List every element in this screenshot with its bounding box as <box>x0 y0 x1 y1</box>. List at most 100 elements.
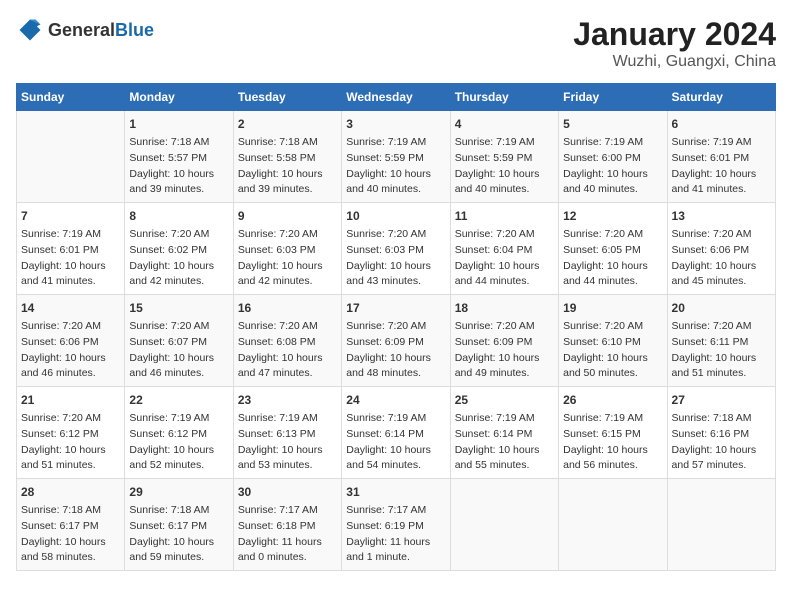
cell-content: Sunrise: 7:20 AMSunset: 6:10 PMDaylight:… <box>563 319 662 382</box>
day-number: 24 <box>346 391 445 409</box>
cell-content: Sunrise: 7:18 AMSunset: 6:17 PMDaylight:… <box>21 503 120 566</box>
calendar-cell: 8 Sunrise: 7:20 AMSunset: 6:02 PMDaylight… <box>125 203 233 295</box>
cell-content: Sunrise: 7:20 AMSunset: 6:07 PMDaylight:… <box>129 319 228 382</box>
title-block: January 2024 Wuzhi, Guangxi, China <box>573 16 776 71</box>
calendar-cell <box>667 479 775 571</box>
cell-content: Sunrise: 7:19 AMSunset: 6:13 PMDaylight:… <box>238 411 337 474</box>
cell-content: Sunrise: 7:20 AMSunset: 6:02 PMDaylight:… <box>129 227 228 290</box>
day-number: 29 <box>129 483 228 501</box>
calendar-cell: 20 Sunrise: 7:20 AMSunset: 6:11 PMDayligh… <box>667 295 775 387</box>
calendar-cell: 14Sunrise: 7:20 AMSunset: 6:06 PMDayligh… <box>17 295 125 387</box>
day-header-tuesday: Tuesday <box>233 84 341 111</box>
day-header-thursday: Thursday <box>450 84 558 111</box>
calendar-cell: 10 Sunrise: 7:20 AMSunset: 6:03 PMDayligh… <box>342 203 450 295</box>
logo: General Blue <box>16 16 154 44</box>
day-number: 10 <box>346 207 445 225</box>
calendar-cell: 28Sunrise: 7:18 AMSunset: 6:17 PMDayligh… <box>17 479 125 571</box>
day-number: 26 <box>563 391 662 409</box>
calendar-cell: 27Sunrise: 7:18 AMSunset: 6:16 PMDayligh… <box>667 387 775 479</box>
calendar-cell: 7 Sunrise: 7:19 AMSunset: 6:01 PMDaylight… <box>17 203 125 295</box>
cell-content: Sunrise: 7:20 AMSunset: 6:11 PMDaylight:… <box>672 319 771 382</box>
cell-content: Sunrise: 7:20 AMSunset: 6:06 PMDaylight:… <box>672 227 771 290</box>
cell-content: Sunrise: 7:17 AMSunset: 6:18 PMDaylight:… <box>238 503 337 566</box>
cell-content: Sunrise: 7:20 AMSunset: 6:05 PMDaylight:… <box>563 227 662 290</box>
day-number: 30 <box>238 483 337 501</box>
cell-content: Sunrise: 7:19 AMSunset: 6:01 PMDaylight:… <box>672 135 771 198</box>
calendar-cell: 18Sunrise: 7:20 AMSunset: 6:09 PMDayligh… <box>450 295 558 387</box>
cell-content: Sunrise: 7:19 AMSunset: 6:12 PMDaylight:… <box>129 411 228 474</box>
day-number: 20 <box>672 299 771 317</box>
day-number: 9 <box>238 207 337 225</box>
calendar-cell: 22Sunrise: 7:19 AMSunset: 6:12 PMDayligh… <box>125 387 233 479</box>
cell-content: Sunrise: 7:19 AMSunset: 5:59 PMDaylight:… <box>346 135 445 198</box>
day-number: 15 <box>129 299 228 317</box>
calendar-cell: 24 Sunrise: 7:19 AMSunset: 6:14 PMDayligh… <box>342 387 450 479</box>
day-number: 12 <box>563 207 662 225</box>
cell-content: Sunrise: 7:19 AMSunset: 6:01 PMDaylight:… <box>21 227 120 290</box>
cell-content: Sunrise: 7:19 AMSunset: 5:59 PMDaylight:… <box>455 135 554 198</box>
calendar-cell <box>450 479 558 571</box>
calendar-cell: 2Sunrise: 7:18 AMSunset: 5:58 PMDaylight… <box>233 111 341 203</box>
calendar-cell <box>559 479 667 571</box>
day-header-monday: Monday <box>125 84 233 111</box>
logo-icon <box>16 16 44 44</box>
page-container: General Blue January 2024 Wuzhi, Guangxi… <box>16 16 776 571</box>
cell-content: Sunrise: 7:20 AMSunset: 6:12 PMDaylight:… <box>21 411 120 474</box>
day-header-friday: Friday <box>559 84 667 111</box>
day-number: 4 <box>455 115 554 133</box>
calendar-week-row: 28Sunrise: 7:18 AMSunset: 6:17 PMDayligh… <box>17 479 776 571</box>
day-number: 5 <box>563 115 662 133</box>
calendar-cell: 16 Sunrise: 7:20 AMSunset: 6:08 PMDayligh… <box>233 295 341 387</box>
calendar-week-row: 1 Sunrise: 7:18 AMSunset: 5:57 PMDaylight… <box>17 111 776 203</box>
calendar-cell: 19 Sunrise: 7:20 AMSunset: 6:10 PMDayligh… <box>559 295 667 387</box>
day-number: 23 <box>238 391 337 409</box>
calendar-week-row: 21Sunrise: 7:20 AMSunset: 6:12 PMDayligh… <box>17 387 776 479</box>
calendar-cell: 25Sunrise: 7:19 AMSunset: 6:14 PMDayligh… <box>450 387 558 479</box>
cell-content: Sunrise: 7:20 AMSunset: 6:09 PMDaylight:… <box>346 319 445 382</box>
days-header-row: SundayMondayTuesdayWednesdayThursdayFrid… <box>17 84 776 111</box>
calendar-header: SundayMondayTuesdayWednesdayThursdayFrid… <box>17 84 776 111</box>
day-number: 19 <box>563 299 662 317</box>
calendar-body: 1 Sunrise: 7:18 AMSunset: 5:57 PMDaylight… <box>17 111 776 571</box>
cell-content: Sunrise: 7:20 AMSunset: 6:03 PMDaylight:… <box>346 227 445 290</box>
day-number: 16 <box>238 299 337 317</box>
day-number: 7 <box>21 207 120 225</box>
cell-content: Sunrise: 7:19 AMSunset: 6:15 PMDaylight:… <box>563 411 662 474</box>
calendar-cell: 26 Sunrise: 7:19 AMSunset: 6:15 PMDayligh… <box>559 387 667 479</box>
calendar-cell: 23 Sunrise: 7:19 AMSunset: 6:13 PMDayligh… <box>233 387 341 479</box>
day-number: 13 <box>672 207 771 225</box>
day-number: 25 <box>455 391 554 409</box>
day-header-wednesday: Wednesday <box>342 84 450 111</box>
day-number: 8 <box>129 207 228 225</box>
cell-content: Sunrise: 7:18 AMSunset: 6:16 PMDaylight:… <box>672 411 771 474</box>
calendar-cell: 31Sunrise: 7:17 AMSunset: 6:19 PMDayligh… <box>342 479 450 571</box>
calendar-cell <box>17 111 125 203</box>
day-number: 1 <box>129 115 228 133</box>
cell-content: Sunrise: 7:20 AMSunset: 6:08 PMDaylight:… <box>238 319 337 382</box>
calendar-cell: 12 Sunrise: 7:20 AMSunset: 6:05 PMDayligh… <box>559 203 667 295</box>
day-number: 3 <box>346 115 445 133</box>
calendar-cell: 4 Sunrise: 7:19 AMSunset: 5:59 PMDaylight… <box>450 111 558 203</box>
cell-content: Sunrise: 7:20 AMSunset: 6:06 PMDaylight:… <box>21 319 120 382</box>
day-number: 31 <box>346 483 445 501</box>
calendar-cell: 29 Sunrise: 7:18 AMSunset: 6:17 PMDayligh… <box>125 479 233 571</box>
day-number: 2 <box>238 115 337 133</box>
day-number: 18 <box>455 299 554 317</box>
cell-content: Sunrise: 7:19 AMSunset: 6:14 PMDaylight:… <box>346 411 445 474</box>
day-header-saturday: Saturday <box>667 84 775 111</box>
calendar-cell: 3 Sunrise: 7:19 AMSunset: 5:59 PMDaylight… <box>342 111 450 203</box>
day-header-sunday: Sunday <box>17 84 125 111</box>
cell-content: Sunrise: 7:18 AMSunset: 6:17 PMDaylight:… <box>129 503 228 566</box>
calendar-cell: 17 Sunrise: 7:20 AMSunset: 6:09 PMDayligh… <box>342 295 450 387</box>
calendar-cell: 9 Sunrise: 7:20 AMSunset: 6:03 PMDaylight… <box>233 203 341 295</box>
calendar-week-row: 7 Sunrise: 7:19 AMSunset: 6:01 PMDaylight… <box>17 203 776 295</box>
calendar-cell: 1 Sunrise: 7:18 AMSunset: 5:57 PMDaylight… <box>125 111 233 203</box>
calendar-week-row: 14Sunrise: 7:20 AMSunset: 6:06 PMDayligh… <box>17 295 776 387</box>
cell-content: Sunrise: 7:20 AMSunset: 6:03 PMDaylight:… <box>238 227 337 290</box>
calendar-cell: 21Sunrise: 7:20 AMSunset: 6:12 PMDayligh… <box>17 387 125 479</box>
logo-blue: Blue <box>115 20 154 41</box>
logo-general: General <box>48 20 115 41</box>
cell-content: Sunrise: 7:19 AMSunset: 6:00 PMDaylight:… <box>563 135 662 198</box>
day-number: 17 <box>346 299 445 317</box>
cell-content: Sunrise: 7:18 AMSunset: 5:57 PMDaylight:… <box>129 135 228 198</box>
